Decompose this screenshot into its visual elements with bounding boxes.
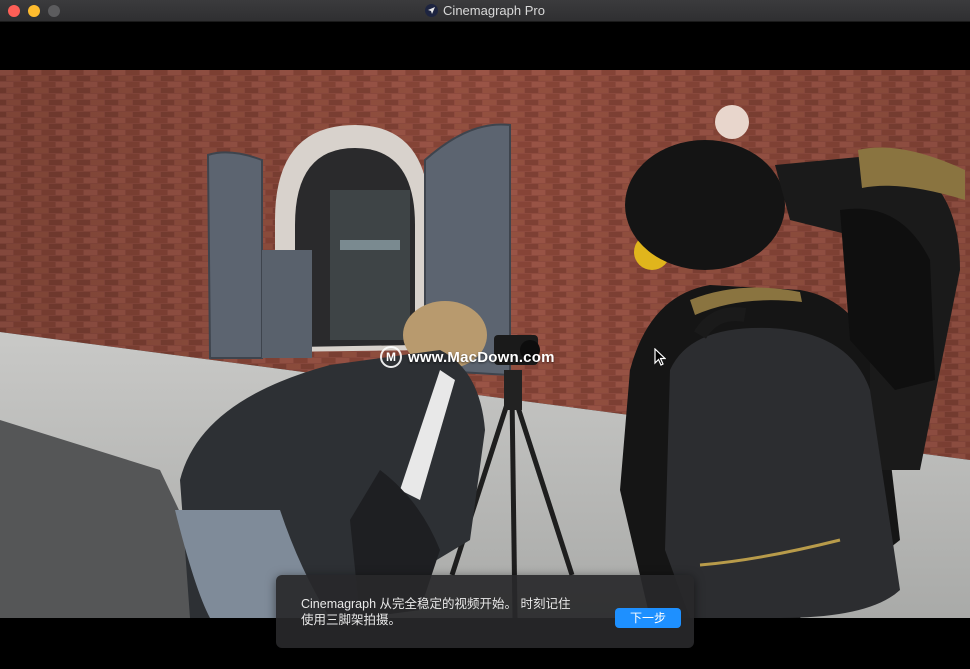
next-step-button[interactable]: 下一步	[615, 608, 681, 628]
window-title-text: Cinemagraph Pro	[443, 3, 545, 18]
onboarding-message: Cinemagraph 从完全稳定的视频开始。 时刻记住 使用三脚架拍摄。	[301, 596, 601, 628]
macdown-logo-icon: M	[380, 346, 402, 368]
cinemagraph-app-icon	[425, 4, 439, 17]
watermark-text: www.MacDown.com	[408, 348, 555, 366]
window-title: Cinemagraph Pro	[0, 3, 970, 19]
onboarding-message-line1: Cinemagraph 从完全稳定的视频开始。 时刻记住	[301, 597, 571, 611]
watermark: M www.MacDown.com	[380, 344, 555, 370]
onboarding-message-line2: 使用三脚架拍摄。	[301, 613, 402, 627]
mouse-pointer-icon	[654, 347, 667, 371]
title-bar: Cinemagraph Pro	[0, 0, 970, 22]
video-viewer: M www.MacDown.com	[0, 22, 970, 669]
